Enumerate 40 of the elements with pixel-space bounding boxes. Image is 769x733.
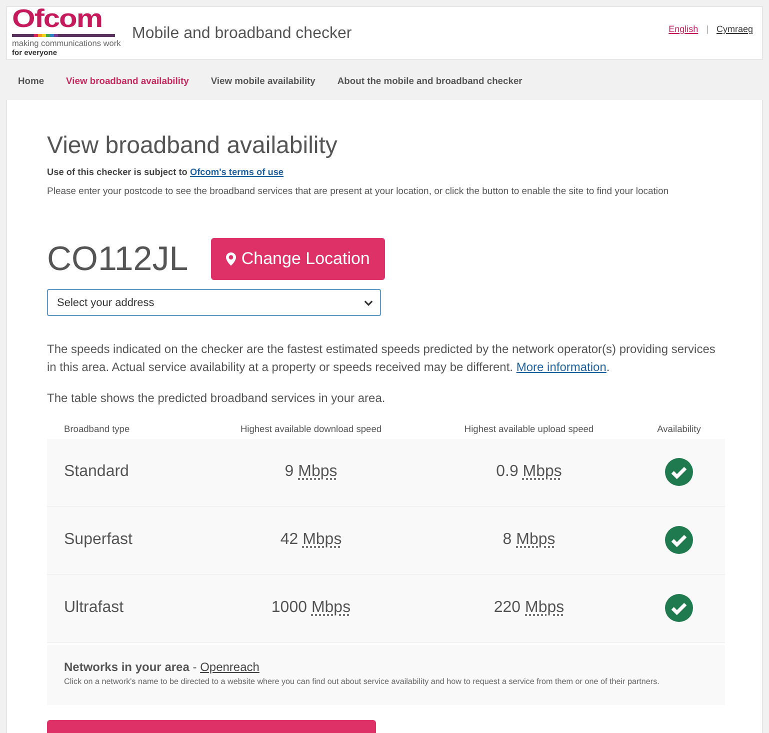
language-link[interactable]: English (668, 24, 698, 34)
upload-speed: 8 Mbps (502, 531, 556, 549)
terms-link[interactable]: Ofcom's terms of use (190, 167, 284, 177)
terms-notice: Use of this checker is subject to Ofcom's terms of use (47, 166, 284, 178)
nav-link[interactable]: View broadband availability (66, 75, 189, 86)
column-header: Availability (656, 424, 702, 434)
address-select[interactable]: Select your address (47, 289, 381, 316)
site-title: Mobile and broadband checker (132, 25, 352, 43)
instructions-text: Please enter your postcode to see the broadband services that are present at your location, or click the button to enable the site to find your location (47, 186, 669, 198)
change-location-button[interactable]: Change Location (211, 238, 386, 280)
disclaimer-text: The speeds indicated on the checker are the fastest estimated speeds predicted by the network operator(s) providing services in this area. Actual service availability at a property or speeds received may be different. More information. (47, 341, 716, 376)
broadband-type: Superfast (63, 531, 134, 549)
nav-link[interactable]: View mobile availability (210, 75, 316, 86)
upload-speed: 220 Mbps (494, 599, 564, 617)
column-header: Broadband type (63, 424, 131, 434)
postcode: CO112JL (47, 239, 188, 280)
logo-tagline: making communications work (12, 38, 121, 48)
upload-speed: 0.9 Mbps (496, 463, 562, 481)
column-header: Highest available upload speed (463, 424, 595, 434)
page-title: View broadband availability (47, 132, 338, 160)
download-speed: 1000 Mbps (271, 599, 351, 617)
logo-wordmark: Ofcom (12, 10, 102, 29)
column-header: Highest available download speed (239, 424, 383, 434)
networks-line: Networks in your area - Openreach (64, 658, 260, 674)
stripe-icon (12, 34, 115, 37)
nav-link[interactable]: Home (18, 75, 44, 86)
map-pin-icon (226, 252, 236, 266)
more-information-link[interactable]: More information (516, 360, 606, 374)
networks-note: Click on a network's name to be directed to a website where you can find out about service availability and how to request a service from them or one of their partners. (64, 676, 660, 686)
broadband-type: Ultrafast (63, 599, 125, 617)
action-button[interactable] (47, 720, 376, 733)
download-speed: 9 Mbps (284, 463, 338, 481)
nav-link[interactable]: About the mobile and broadband checker (337, 75, 522, 86)
table-intro: The table shows the predicted broadband services in your area. (47, 390, 386, 407)
language-link[interactable]: Cymraeg (716, 24, 753, 34)
language-separator: | (706, 24, 708, 34)
download-speed: 42 Mbps (280, 531, 342, 549)
broadband-type: Standard (63, 463, 130, 481)
network-link[interactable]: Openreach (200, 660, 260, 674)
chevron-icon (364, 300, 373, 306)
